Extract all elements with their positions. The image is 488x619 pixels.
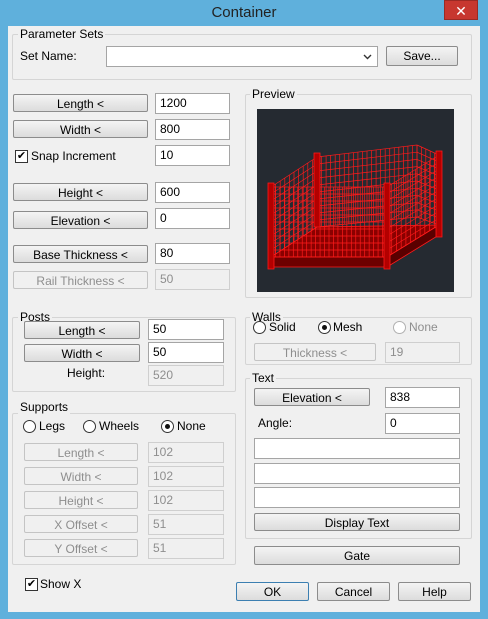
supports-x-offset-button: X Offset < [24,515,138,533]
close-icon: ✕ [455,3,467,19]
width-input[interactable]: 800 [155,119,230,140]
text-angle-input[interactable]: 0 [385,413,460,434]
title-bar[interactable]: Container ✕ [0,0,488,26]
snap-increment-label: Snap Increment [31,149,116,163]
base-thickness-input[interactable]: 80 [155,243,230,264]
snap-increment-checkbox[interactable]: ✔ [15,150,28,163]
posts-length-button[interactable]: Length < [24,321,140,339]
parameter-sets-group-label: Parameter Sets [18,27,106,41]
width-button[interactable]: Width < [13,120,148,138]
help-button[interactable]: Help [398,582,471,601]
walls-solid-label: Solid [269,320,296,334]
posts-width-button[interactable]: Width < [24,344,140,362]
corner-post [313,152,321,228]
close-button[interactable]: ✕ [444,0,478,20]
window-title: Container [211,4,277,21]
show-x-label: Show X [40,577,82,591]
set-name-label: Set Name: [20,49,77,63]
supports-width-button: Width < [24,467,138,485]
walls-solid-radio[interactable] [253,321,266,334]
height-input[interactable]: 600 [155,182,230,203]
supports-group-label: Supports [18,400,71,414]
ok-button[interactable]: OK [236,582,309,601]
corner-post [383,182,391,270]
show-x-checkbox[interactable]: ✔ [25,578,38,591]
walls-mesh-radio[interactable] [318,321,331,334]
container-base-front [270,256,388,268]
container-dialog-window: Container ✕ Parameter Sets Set Name: Sav… [0,0,488,619]
supports-x-offset-input: 51 [148,514,224,535]
walls-thickness-button: Thickness < [254,343,376,361]
corner-post [435,150,443,238]
checkmark-icon: ✔ [26,578,37,590]
rail-thickness-button: Rail Thickness < [13,271,148,289]
text-line-2-input[interactable] [254,463,460,484]
text-line-1-input[interactable] [254,438,460,459]
posts-width-input[interactable]: 50 [148,342,224,363]
height-button[interactable]: Height < [13,183,148,201]
posts-height-label: Height: [67,366,106,380]
supports-wheels-radio[interactable] [83,420,96,433]
supports-none-radio[interactable] [161,420,174,433]
snap-increment-input[interactable]: 10 [155,145,230,166]
container-mesh-preview [267,144,443,270]
supports-height-input: 102 [148,490,224,511]
supports-length-input: 102 [148,442,224,463]
dialog-client-area: Parameter Sets Set Name: Save... Length … [8,26,480,612]
supports-y-offset-button: Y Offset < [24,539,138,557]
text-angle-label: Angle: [258,416,293,430]
supports-legs-radio[interactable] [23,420,36,433]
supports-wheels-label: Wheels [99,419,140,433]
set-name-dropdown[interactable] [106,46,378,67]
preview-viewport [257,109,454,292]
text-elevation-input[interactable]: 838 [385,387,460,408]
elevation-button[interactable]: Elevation < [13,211,148,229]
corner-post [267,182,275,270]
gate-button[interactable]: Gate [254,546,460,565]
preview-group-label: Preview [250,87,297,101]
save-button[interactable]: Save... [386,46,458,66]
rail-thickness-input: 50 [155,269,230,290]
supports-height-button: Height < [24,491,138,509]
text-line-3-input[interactable] [254,487,460,508]
elevation-input[interactable]: 0 [155,208,230,229]
walls-mesh-label: Mesh [333,320,363,334]
base-thickness-button[interactable]: Base Thickness < [13,245,148,263]
display-text-button[interactable]: Display Text [254,513,460,531]
walls-none-radio [393,321,406,334]
posts-length-input[interactable]: 50 [148,319,224,340]
chevron-down-icon [363,54,372,60]
text-group-label: Text [250,371,277,385]
length-button[interactable]: Length < [13,94,148,112]
supports-width-input: 102 [148,466,224,487]
text-elevation-button[interactable]: Elevation < [254,388,370,406]
walls-thickness-input: 19 [385,342,460,363]
supports-legs-label: Legs [39,419,66,433]
length-input[interactable]: 1200 [155,93,230,114]
checkmark-icon: ✔ [16,150,27,162]
cancel-button[interactable]: Cancel [317,582,390,601]
walls-none-label: None [409,320,438,334]
supports-y-offset-input: 51 [148,538,224,559]
supports-none-label: None [177,419,206,433]
posts-height-input: 520 [148,365,224,386]
supports-length-button: Length < [24,443,138,461]
